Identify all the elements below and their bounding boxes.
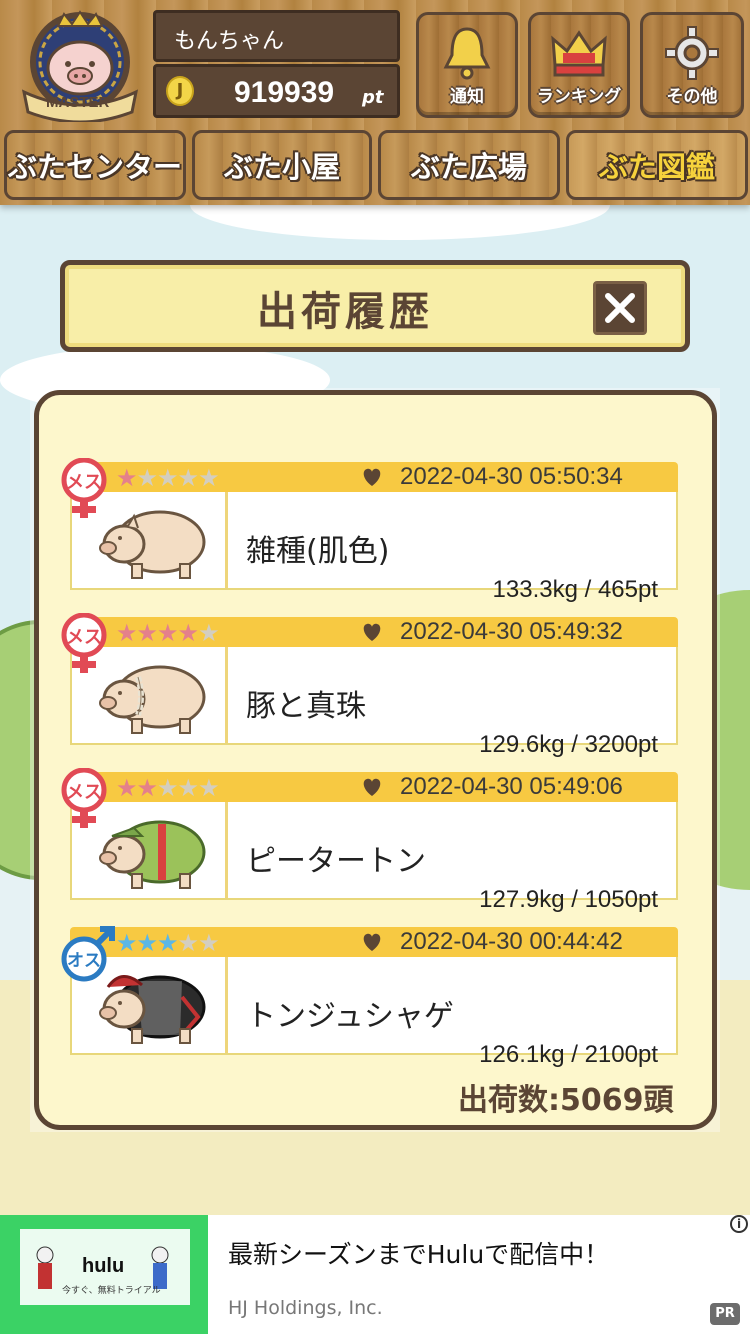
pig-name: 豚と真珠 — [246, 689, 366, 724]
record-body: トンジュシャゲ 126.1kg / 2100pt — [70, 957, 678, 1068]
heart-icon — [363, 933, 381, 951]
gender-label: メス — [66, 627, 102, 648]
notification-label: 通知 — [450, 87, 484, 107]
pig-weight-points: 126.1kg / 2100pt — [479, 1041, 658, 1068]
rarity-stars: ★★★★★ — [116, 619, 220, 647]
male-icon: オス — [61, 926, 115, 982]
tab-buta-center[interactable]: ぶたセンター — [4, 130, 186, 200]
tab-buta-hiroba[interactable]: ぶた広場 — [378, 130, 560, 200]
star-filled-icon: ★ — [116, 464, 137, 492]
star-empty-icon: ★ — [177, 929, 199, 957]
pig-name: 雑種(肌色) — [246, 534, 390, 569]
record-header-strip: ★★★★★ 2022-04-30 05:49:06 — [70, 772, 678, 802]
star-filled-icon: ★ — [136, 774, 158, 802]
star-empty-icon: ★ — [157, 774, 178, 802]
username: もんちゃん — [174, 29, 285, 54]
star-empty-icon: ★ — [177, 774, 199, 802]
crown-icon — [551, 30, 607, 77]
username-display: もんちゃん — [153, 10, 400, 62]
badge-label: MASTER — [46, 94, 110, 111]
ad-image[interactable]: hulu 今すぐ、無料トライアル — [0, 1215, 208, 1334]
heart-icon — [363, 623, 381, 641]
shipment-date: 2022-04-30 05:49:32 — [400, 618, 623, 645]
points-display: J 919939 pt — [153, 64, 400, 118]
gender-label: メス — [66, 782, 102, 803]
star-filled-icon: ★ — [116, 619, 137, 647]
points-unit: pt — [362, 87, 384, 108]
shipment-date: 2022-04-30 00:44:42 — [400, 928, 623, 955]
header: MASTER もんちゃん J 919939 pt 通知 ランキング その他 ぶた… — [0, 0, 750, 205]
close-icon — [605, 293, 635, 323]
star-filled-icon: ★ — [136, 929, 158, 957]
shipment-record[interactable]: ★★★★★ 2022-04-30 05:49:06 ピータートン 127.9kg… — [61, 768, 680, 913]
rarity-stars: ★★★★★ — [116, 774, 220, 802]
pig-weight-points: 129.6kg / 3200pt — [479, 731, 658, 758]
tab-buta-goya[interactable]: ぶた小屋 — [192, 130, 372, 200]
star-filled-icon: ★ — [136, 619, 158, 647]
record-header-strip: ★★★★★ 2022-04-30 05:50:34 — [70, 462, 678, 492]
female-icon: メス — [61, 613, 107, 673]
heart-icon — [363, 778, 381, 796]
tab-buta-zukan[interactable]: ぶた図鑑 — [566, 130, 748, 200]
star-empty-icon: ★ — [198, 464, 219, 492]
pr-label: PR — [710, 1303, 740, 1325]
ranking-label: ランキング — [536, 87, 622, 107]
star-empty-icon: ★ — [177, 464, 199, 492]
notification-button[interactable]: 通知 — [416, 12, 518, 118]
shipment-record[interactable]: ★★★★★ 2022-04-30 00:44:42 トンジュシャゲ 126.1k… — [61, 926, 680, 1068]
master-badge[interactable]: MASTER — [14, 8, 146, 124]
bell-icon — [443, 27, 491, 80]
shipment-record[interactable]: ★★★★★ 2022-04-30 05:49:32 豚と真珠 129.6kg /… — [61, 613, 680, 758]
rarity-stars: ★★★★★ — [116, 929, 220, 957]
points-value: 919939 — [234, 76, 335, 109]
ad-tagline: 今すぐ、無料トライアル — [62, 1286, 161, 1296]
star-empty-icon: ★ — [198, 774, 219, 802]
pig-name: トンジュシャゲ — [246, 999, 454, 1034]
record-header-strip: ★★★★★ 2022-04-30 00:44:42 — [70, 927, 678, 957]
record-body: 豚と真珠 129.6kg / 3200pt — [70, 647, 678, 758]
dialog-title-bar: 出荷履歴 — [60, 260, 690, 352]
star-empty-icon: ★ — [157, 464, 178, 492]
pig-weight-points: 127.9kg / 1050pt — [479, 886, 658, 913]
ad-advertiser: HJ Holdings, Inc. — [228, 1297, 383, 1319]
pig-name: ピータートン — [246, 844, 426, 879]
pig-weight-points: 133.3kg / 465pt — [492, 576, 658, 603]
star-empty-icon: ★ — [198, 929, 219, 957]
shipment-date: 2022-04-30 05:49:06 — [400, 773, 623, 800]
star-empty-icon: ★ — [136, 464, 158, 492]
gender-label: メス — [66, 472, 102, 493]
gear-icon — [665, 26, 719, 80]
gender-label: オス — [67, 951, 101, 971]
star-filled-icon: ★ — [177, 619, 199, 647]
dialog-title: 出荷履歴 — [257, 289, 433, 335]
star-empty-icon: ★ — [198, 619, 219, 647]
star-filled-icon: ★ — [116, 774, 137, 802]
heart-icon — [363, 468, 381, 486]
record-body: ピータートン 127.9kg / 1050pt — [70, 802, 678, 913]
female-icon: メス — [61, 458, 107, 518]
other-button[interactable]: その他 — [640, 12, 744, 118]
rarity-stars: ★★★★★ — [116, 464, 220, 492]
star-filled-icon: ★ — [157, 619, 178, 647]
other-label: その他 — [666, 87, 718, 107]
coin-icon: J — [166, 76, 194, 106]
ranking-button[interactable]: ランキング — [528, 12, 630, 118]
info-icon[interactable]: i — [730, 1215, 748, 1233]
record-header-strip: ★★★★★ 2022-04-30 05:49:32 — [70, 617, 678, 647]
record-body: 雑種(肌色) 133.3kg / 465pt — [70, 492, 678, 603]
total-shipments: 出荷数:5069頭 — [458, 1083, 674, 1118]
ad-banner[interactable]: hulu 今すぐ、無料トライアル 最新シーズンまでHuluで配信中！ HJ Ho… — [0, 1215, 750, 1334]
shipment-record[interactable]: ★★★★★ 2022-04-30 05:50:34 雑種(肌色) 133.3kg… — [61, 458, 680, 603]
ad-title[interactable]: 最新シーズンまでHuluで配信中！ — [228, 1235, 609, 1271]
ad-brand: hulu — [82, 1255, 125, 1277]
shipment-date: 2022-04-30 05:50:34 — [400, 463, 623, 490]
star-filled-icon: ★ — [157, 929, 178, 957]
female-icon: メス — [61, 768, 107, 828]
close-button[interactable] — [593, 281, 647, 335]
